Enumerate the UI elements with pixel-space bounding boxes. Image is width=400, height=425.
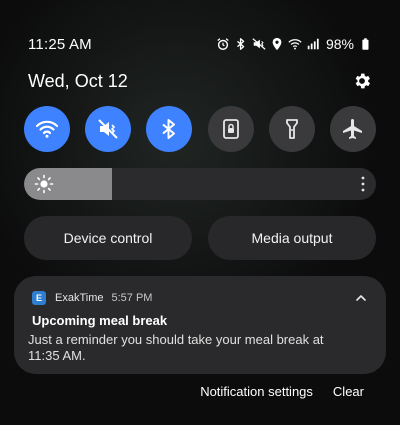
bluetooth-icon xyxy=(234,37,248,51)
chevron-up-icon[interactable] xyxy=(354,291,368,305)
status-time: 11:25 AM xyxy=(28,35,92,53)
date-label[interactable]: Wed, Oct 12 xyxy=(28,71,128,92)
airplane-icon xyxy=(342,119,362,139)
location-icon xyxy=(270,37,284,51)
bluetooth-icon xyxy=(162,119,176,139)
wifi-icon xyxy=(35,120,59,138)
notification-header: E ExakTime 5:57 PM xyxy=(32,290,368,306)
screen-lock-tile[interactable] xyxy=(207,106,254,152)
gear-icon[interactable] xyxy=(352,71,372,91)
control-pills: Device control Media output xyxy=(24,216,376,260)
media-output-button[interactable]: Media output xyxy=(208,216,376,260)
clear-button[interactable]: Clear xyxy=(333,384,364,404)
mute-icon xyxy=(98,119,118,139)
mute-icon xyxy=(252,37,266,51)
battery-percent: 98% xyxy=(325,36,354,52)
quick-settings xyxy=(24,106,376,154)
wifi-icon xyxy=(288,37,302,51)
notification-actions: Notification settings Clear xyxy=(200,384,364,404)
battery-icon xyxy=(358,37,372,51)
airplane-tile[interactable] xyxy=(329,106,376,152)
notification-card[interactable]: E ExakTime 5:57 PM Upcoming meal break J… xyxy=(14,276,386,374)
brightness-slider[interactable] xyxy=(24,168,376,200)
flashlight-tile[interactable] xyxy=(268,106,315,152)
signal-icon xyxy=(306,37,320,51)
app-icon: E xyxy=(32,291,46,305)
notification-body: Just a reminder you should take your mea… xyxy=(28,332,324,363)
notification-time: 5:57 PM xyxy=(111,292,153,304)
alarm-icon xyxy=(216,37,230,51)
status-bar: 11:25 AM 98% xyxy=(28,33,372,55)
sun-icon xyxy=(34,174,54,194)
bluetooth-tile[interactable] xyxy=(146,106,193,152)
device-control-button[interactable]: Device control xyxy=(24,216,192,260)
more-options-icon[interactable] xyxy=(360,175,366,193)
lock-screen-icon xyxy=(222,119,239,139)
notification-title: Upcoming meal break xyxy=(32,313,168,328)
notification-shade: 11:25 AM 98% Wed, Oct 12 Device control … xyxy=(0,0,400,425)
flashlight-icon xyxy=(285,119,298,139)
notification-app-name: ExakTime xyxy=(55,292,104,304)
date-row: Wed, Oct 12 xyxy=(28,68,372,94)
notification-settings-button[interactable]: Notification settings xyxy=(200,384,313,404)
wifi-tile[interactable] xyxy=(24,106,70,152)
sound-tile[interactable] xyxy=(85,106,132,152)
status-icons: 98% xyxy=(216,36,372,52)
